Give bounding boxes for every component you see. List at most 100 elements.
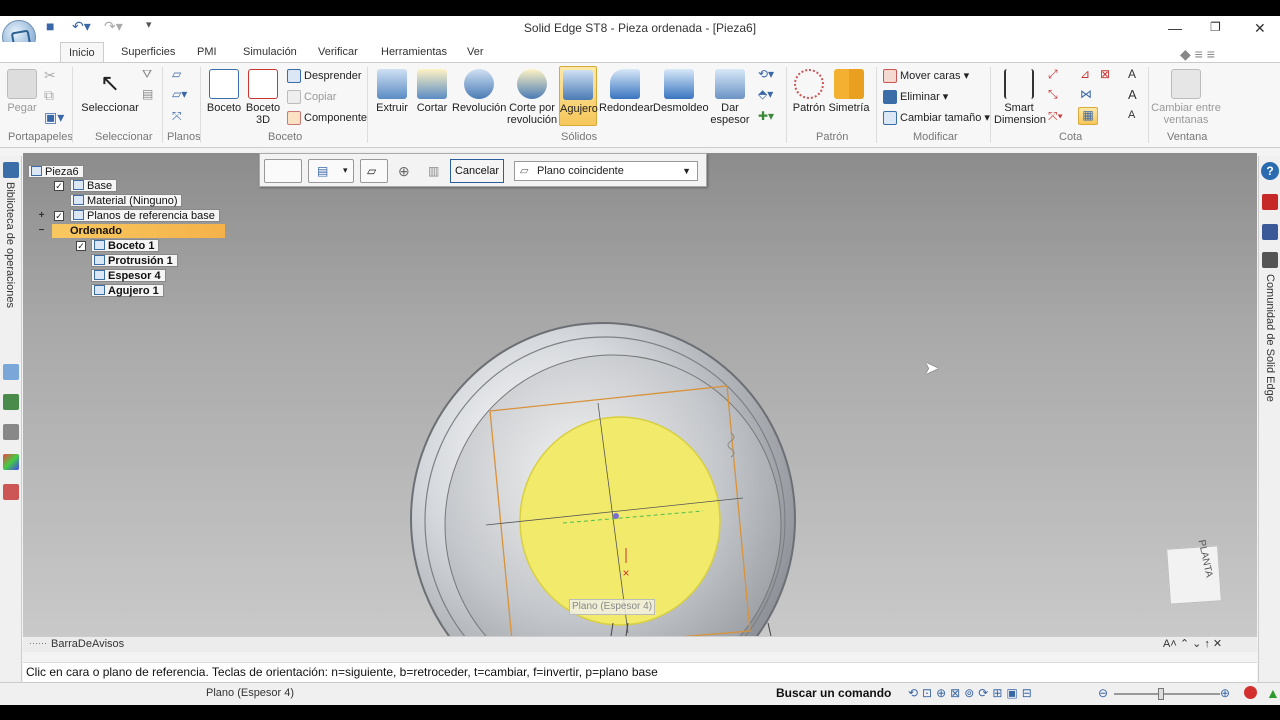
copy-sketch-button[interactable]: Copiar bbox=[287, 90, 336, 104]
sketch-button[interactable]: Boceto bbox=[204, 69, 244, 114]
relate-icon[interactable]: ⊿ bbox=[1080, 67, 1090, 81]
zoom-slider-thumb[interactable] bbox=[1158, 688, 1164, 700]
tab-pmi[interactable]: PMI bbox=[189, 44, 225, 60]
coordinate-dimension-icon[interactable]: ⤧▾ bbox=[1048, 109, 1063, 124]
select-tools-icon[interactable]: ▤ bbox=[142, 87, 153, 101]
delete-button[interactable]: Eliminar ▾ bbox=[883, 90, 948, 105]
layers-icon[interactable] bbox=[3, 364, 19, 380]
thin-wall-button[interactable]: Dar espesor bbox=[708, 69, 752, 126]
cancel-button[interactable]: Cancelar bbox=[450, 159, 504, 183]
tree-sketch1[interactable]: Boceto 1 bbox=[91, 239, 160, 252]
help-icon[interactable]: ? bbox=[1261, 162, 1279, 180]
tree-ordered[interactable]: Ordenado bbox=[52, 224, 225, 238]
text-a-icon[interactable]: A bbox=[1128, 87, 1137, 102]
angle-dimension-icon[interactable]: ⤡ bbox=[1048, 87, 1058, 102]
grid-relate-icon[interactable]: ▦ bbox=[1078, 107, 1098, 125]
options-dropdown-button[interactable]: ▤ ▾ bbox=[308, 159, 354, 183]
tree-root[interactable]: Pieza6 bbox=[28, 165, 84, 178]
tab-inicio[interactable]: Inicio bbox=[60, 42, 104, 63]
selected-face[interactable] bbox=[519, 416, 721, 626]
tab-ver[interactable]: Ver bbox=[459, 44, 492, 60]
collapse-ordered-icon[interactable]: − bbox=[37, 226, 46, 236]
round-button[interactable]: Redondear bbox=[599, 69, 653, 114]
tab-herramientas[interactable]: Herramientas bbox=[373, 44, 455, 60]
move-faces-button[interactable]: Mover caras ▾ bbox=[883, 69, 969, 84]
grip-icon[interactable]: ⋯⋯ bbox=[29, 638, 47, 649]
notification-controls[interactable]: A˄ ⌃ ⌄ ↑ ✕ bbox=[1163, 637, 1222, 650]
view-tools-icons[interactable]: ⟲⊡⊕⊠⊚⟳⊞▣⊟ bbox=[908, 686, 1036, 700]
relate-2-icon[interactable]: ⋈ bbox=[1080, 87, 1092, 101]
family-parts-icon[interactable] bbox=[3, 394, 19, 410]
revolved-cut-button[interactable]: Corte por revolución bbox=[507, 69, 557, 126]
delete-label: Eliminar bbox=[900, 91, 940, 103]
base-checkbox[interactable]: ✓ bbox=[54, 181, 64, 191]
error-icon[interactable]: ⊠ bbox=[1100, 67, 1110, 81]
youtube-icon[interactable] bbox=[1262, 194, 1278, 210]
sensors-icon[interactable] bbox=[3, 424, 19, 440]
sketch-3d-button[interactable]: Boceto 3D bbox=[244, 69, 282, 126]
draft-button[interactable]: Desmoldeo bbox=[653, 69, 709, 114]
tree-reference-planes[interactable]: Planos de referencia base bbox=[70, 209, 220, 222]
planes-checkbox[interactable]: ✓ bbox=[54, 211, 64, 221]
zoom-slider[interactable] bbox=[1114, 688, 1220, 700]
cut-button[interactable]: Cortar bbox=[414, 69, 450, 114]
plane-angle-icon[interactable]: ▱▾ bbox=[172, 87, 187, 101]
facebook-icon[interactable] bbox=[1262, 224, 1278, 240]
small-a-icon[interactable]: A bbox=[1128, 109, 1135, 121]
pattern-button[interactable]: Patrón bbox=[792, 69, 826, 114]
smart-dimension-button[interactable]: Smart Dimension bbox=[994, 69, 1046, 126]
hole-button[interactable]: Agujero bbox=[559, 66, 598, 126]
tab-simulacion[interactable]: Simulación bbox=[235, 44, 305, 60]
hole-location-button[interactable]: ⊕ bbox=[390, 159, 418, 183]
tree-thinwall4[interactable]: Espesor 4 bbox=[91, 269, 166, 282]
record-icon[interactable] bbox=[1244, 686, 1257, 699]
zoom-out-icon[interactable]: ⊖ bbox=[1098, 686, 1108, 700]
switch-windows-button[interactable]: Cambiar entre ventanas bbox=[1150, 69, 1222, 126]
community-tab[interactable]: Comunidad de Solid Edge bbox=[1264, 274, 1276, 402]
tree-protrusion1[interactable]: Protrusión 1 bbox=[91, 254, 178, 267]
filter-icon[interactable]: ⛛ bbox=[142, 67, 152, 82]
view-cube[interactable]: PLANTA bbox=[1166, 539, 1222, 605]
format-painter-icon[interactable]: ▣▾ bbox=[44, 109, 64, 126]
component-button[interactable]: Componente bbox=[287, 111, 367, 125]
help-options-icon[interactable]: ◆ ≡ ≡ bbox=[1180, 46, 1215, 63]
cut-icon[interactable]: ✂ bbox=[44, 67, 56, 84]
command-finder[interactable]: Buscar un comando bbox=[776, 686, 891, 700]
dimension-axis-icon[interactable]: ⤢ bbox=[1048, 67, 1058, 82]
plane-normal-icon[interactable]: ⤧ bbox=[172, 109, 182, 124]
plane-icon[interactable]: ▱ bbox=[172, 67, 181, 81]
plane-step-button[interactable]: ▱ bbox=[360, 159, 388, 183]
expand-planes-icon[interactable]: + bbox=[37, 211, 46, 221]
zoom-in-icon[interactable]: ⊕ bbox=[1220, 686, 1230, 700]
community-icon[interactable] bbox=[1262, 252, 1278, 268]
tree-material[interactable]: Material (Ninguno) bbox=[70, 194, 183, 207]
annotation-a-icon[interactable]: A bbox=[1128, 67, 1136, 81]
revolve-button[interactable]: Revolución bbox=[452, 69, 506, 114]
detach-button[interactable]: Desprender bbox=[287, 69, 361, 83]
color-icon[interactable] bbox=[3, 454, 19, 470]
add-feature-icon[interactable]: ✚▾ bbox=[758, 109, 774, 123]
extent-button[interactable]: ▥ bbox=[420, 159, 446, 183]
select-button[interactable]: ↖ Seleccionar bbox=[80, 69, 140, 114]
feature-library-icon[interactable] bbox=[3, 162, 19, 178]
up-arrow-icon[interactable]: ▲ bbox=[1266, 685, 1280, 701]
close-icon[interactable]: ✕ bbox=[1254, 20, 1266, 37]
mirror-button[interactable]: Simetría bbox=[828, 69, 870, 114]
sketch1-checkbox[interactable]: ✓ bbox=[76, 241, 86, 251]
tree-base[interactable]: Base bbox=[70, 179, 118, 192]
copy-icon[interactable]: ⧉ bbox=[44, 87, 54, 104]
plane-method-select[interactable]: ▱ Plano coincidente ▼ bbox=[514, 161, 698, 181]
rib-icon[interactable]: ⬘▾ bbox=[758, 87, 773, 101]
resize-button[interactable]: Cambiar tamaño ▾ bbox=[883, 111, 990, 126]
minimize-icon[interactable]: — bbox=[1168, 20, 1182, 36]
variable-table-icon[interactable] bbox=[3, 484, 19, 500]
feature-library-tab[interactable]: Biblioteca de operaciones bbox=[4, 182, 16, 308]
restore-icon[interactable]: ❐ bbox=[1210, 20, 1221, 34]
tab-verificar[interactable]: Verificar bbox=[310, 44, 366, 60]
hole-command-icon[interactable] bbox=[264, 159, 302, 183]
tree-hole1[interactable]: Agujero 1 bbox=[91, 284, 164, 297]
extrude-button[interactable]: Extruir bbox=[374, 69, 410, 114]
tab-superficies[interactable]: Superficies bbox=[113, 44, 183, 60]
paste-button[interactable]: Pegar bbox=[6, 69, 38, 114]
add-body-icon[interactable]: ⟲▾ bbox=[758, 67, 774, 81]
